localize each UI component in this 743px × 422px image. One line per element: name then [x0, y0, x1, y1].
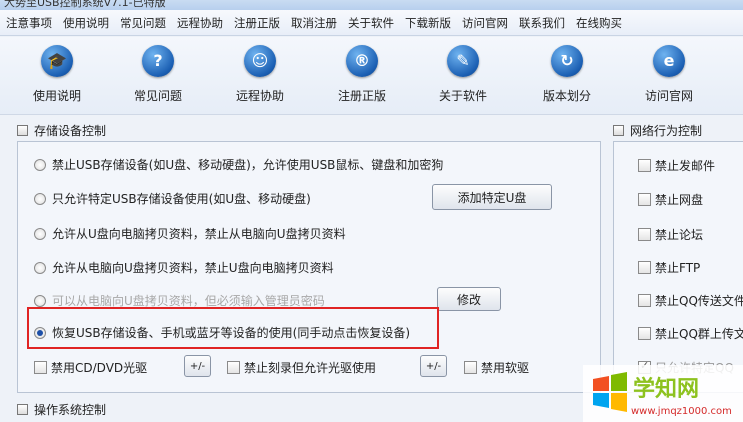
checkbox-label: 禁止发邮件 [655, 159, 716, 173]
radio-button[interactable] [34, 294, 46, 307]
checkbox-label: 禁止刻录但允许光驱使用 [244, 361, 377, 375]
menu-item-contact[interactable]: 联系我们 [513, 15, 570, 31]
refresh-icon: ↻ [551, 45, 583, 77]
section-square-icon [17, 404, 28, 415]
checkbox[interactable] [227, 361, 240, 374]
menu-item-instructions[interactable]: 使用说明 [57, 15, 114, 31]
toolbar-label: 使用说明 [32, 89, 81, 103]
toolbar-faq-button[interactable]: ? 常见问题 [113, 45, 203, 104]
add-specific-usb-button[interactable]: 添加特定U盘 [432, 184, 552, 210]
toolbar-remote-assist-button[interactable]: ☺ 远程协助 [215, 45, 305, 104]
radio-label: 允许从U盘向电脑拷贝资料，禁止从电脑向U盘拷贝资料 [52, 227, 346, 241]
radio-label: 只允许特定USB存储设备使用(如U盘、移动硬盘) [52, 192, 311, 206]
radio-label: 禁止USB存储设备(如U盘、移动硬盘)，允许使用USB鼠标、键盘和加密狗 [52, 158, 444, 172]
checkbox-block-qq-group-upload[interactable]: 禁止QQ群上传文件 [638, 325, 743, 342]
checkbox[interactable] [638, 193, 651, 206]
checkbox-disable-cd-dvd[interactable]: 禁用CD/DVD光驱 [34, 359, 147, 376]
network-section-title: 网络行为控制 [613, 122, 702, 139]
toolbar-label: 访问官网 [644, 89, 693, 103]
toolbar-label: 关于软件 [438, 89, 487, 103]
toolbar-website-button[interactable]: e 访问官网 [624, 45, 714, 104]
checkbox-label: 禁止论坛 [655, 228, 704, 242]
menu-bar: 注意事项 使用说明 常见问题 远程协助 注册正版 取消注册 关于软件 下载新版 … [0, 10, 743, 36]
checkbox-label: 禁止网盘 [655, 193, 704, 207]
menu-item-register[interactable]: 注册正版 [228, 15, 285, 31]
cd-dvd-toggle-button[interactable]: +/- [184, 355, 211, 377]
checkbox-label: 禁止QQ群上传文件 [655, 327, 743, 341]
checkbox[interactable] [34, 361, 47, 374]
watermark-title: 学知网 [633, 376, 699, 402]
radio-button[interactable] [34, 227, 46, 240]
watermark-graphic: 学知网 www.jmqz1000.com [583, 365, 743, 422]
storage-section-title: 存储设备控制 [17, 122, 106, 139]
menu-item-unregister[interactable]: 取消注册 [285, 15, 342, 31]
section-square-icon [613, 125, 624, 136]
menu-item-website[interactable]: 访问官网 [456, 15, 513, 31]
toolbar-label: 版本划分 [542, 89, 591, 103]
checkbox-block-burning[interactable]: 禁止刻录但允许光驱使用 [227, 359, 376, 376]
network-section-label: 网络行为控制 [630, 124, 703, 138]
menu-item-buy[interactable]: 在线购买 [570, 15, 627, 31]
section-square-icon [17, 125, 28, 136]
watermark-url: www.jmqz1000.com [631, 406, 732, 417]
burn-toggle-button[interactable]: +/- [420, 355, 447, 377]
radio-option-pc-to-usb[interactable]: 允许从电脑向U盘拷贝资料，禁止U盘向电脑拷贝资料 [34, 259, 334, 276]
radio-option-specific-usb[interactable]: 只允许特定USB存储设备使用(如U盘、移动硬盘) [34, 190, 311, 207]
checkbox-block-forum[interactable]: 禁止论坛 [638, 226, 703, 243]
graduation-cap-icon: 🎓 [41, 45, 73, 77]
toolbar-label: 常见问题 [133, 89, 182, 103]
checkbox-block-ftp[interactable]: 禁止FTP [638, 259, 700, 276]
window-title: 大势至USB控制系统V7.1-已特版 [4, 0, 166, 9]
checkbox-label: 禁止QQ传送文件 [655, 294, 743, 308]
checkbox[interactable] [638, 294, 651, 307]
browser-icon: e [653, 45, 685, 77]
radio-label: 允许从电脑向U盘拷贝资料，禁止U盘向电脑拷贝资料 [52, 261, 334, 275]
checkbox-block-netdisk[interactable]: 禁止网盘 [638, 191, 703, 208]
toolbar: 🎓 使用说明 ? 常见问题 ☺ 远程协助 ® 注册正版 ✎ 关于软件 ↻ 版本划… [0, 37, 743, 115]
site-watermark-logo: 学知网 www.jmqz1000.com [583, 365, 743, 422]
storage-section-label: 存储设备控制 [34, 124, 107, 138]
modify-button[interactable]: 修改 [437, 287, 501, 311]
checkbox-label: 禁止FTP [655, 261, 701, 275]
os-section-label: 操作系统控制 [34, 403, 107, 417]
checkbox[interactable] [638, 261, 651, 274]
toolbar-register-button[interactable]: ® 注册正版 [317, 45, 407, 104]
menu-item-about[interactable]: 关于软件 [342, 15, 399, 31]
pencil-icon: ✎ [447, 45, 479, 77]
radio-option-block-usb[interactable]: 禁止USB存储设备(如U盘、移动硬盘)，允许使用USB鼠标、键盘和加密狗 [34, 156, 443, 173]
checkbox-block-email[interactable]: 禁止发邮件 [638, 157, 715, 174]
menu-item-download[interactable]: 下载新版 [399, 15, 456, 31]
menu-item-faq[interactable]: 常见问题 [114, 15, 171, 31]
toolbar-versions-button[interactable]: ↻ 版本划分 [522, 45, 612, 104]
checkbox[interactable] [638, 159, 651, 172]
radio-button[interactable] [34, 192, 46, 205]
highlight-box [27, 307, 439, 349]
title-bar: 大势至USB控制系统V7.1-已特版 [0, 0, 743, 10]
checkbox[interactable] [464, 361, 477, 374]
checkbox[interactable] [638, 228, 651, 241]
toolbar-instructions-button[interactable]: 🎓 使用说明 [12, 45, 102, 104]
registered-icon: ® [346, 45, 378, 77]
checkbox[interactable] [638, 327, 651, 340]
radio-button[interactable] [34, 261, 46, 274]
toolbar-label: 远程协助 [235, 89, 284, 103]
checkbox-block-qq-file[interactable]: 禁止QQ传送文件 [638, 292, 743, 309]
checkbox-disable-floppy[interactable]: 禁用软驱 [464, 359, 529, 376]
menu-item-remote-assist[interactable]: 远程协助 [171, 15, 228, 31]
os-section-title: 操作系统控制 [17, 401, 106, 418]
checkbox-label: 禁用软驱 [481, 361, 530, 375]
checkbox-label: 禁用CD/DVD光驱 [51, 361, 148, 375]
question-icon: ? [142, 45, 174, 77]
toolbar-label: 注册正版 [337, 89, 386, 103]
radio-button[interactable] [34, 158, 46, 171]
toolbar-about-button[interactable]: ✎ 关于软件 [418, 45, 508, 104]
menu-item-notes[interactable]: 注意事项 [0, 15, 57, 31]
radio-option-usb-to-pc[interactable]: 允许从U盘向电脑拷贝资料，禁止从电脑向U盘拷贝资料 [34, 225, 346, 242]
remote-assist-icon: ☺ [244, 45, 276, 77]
